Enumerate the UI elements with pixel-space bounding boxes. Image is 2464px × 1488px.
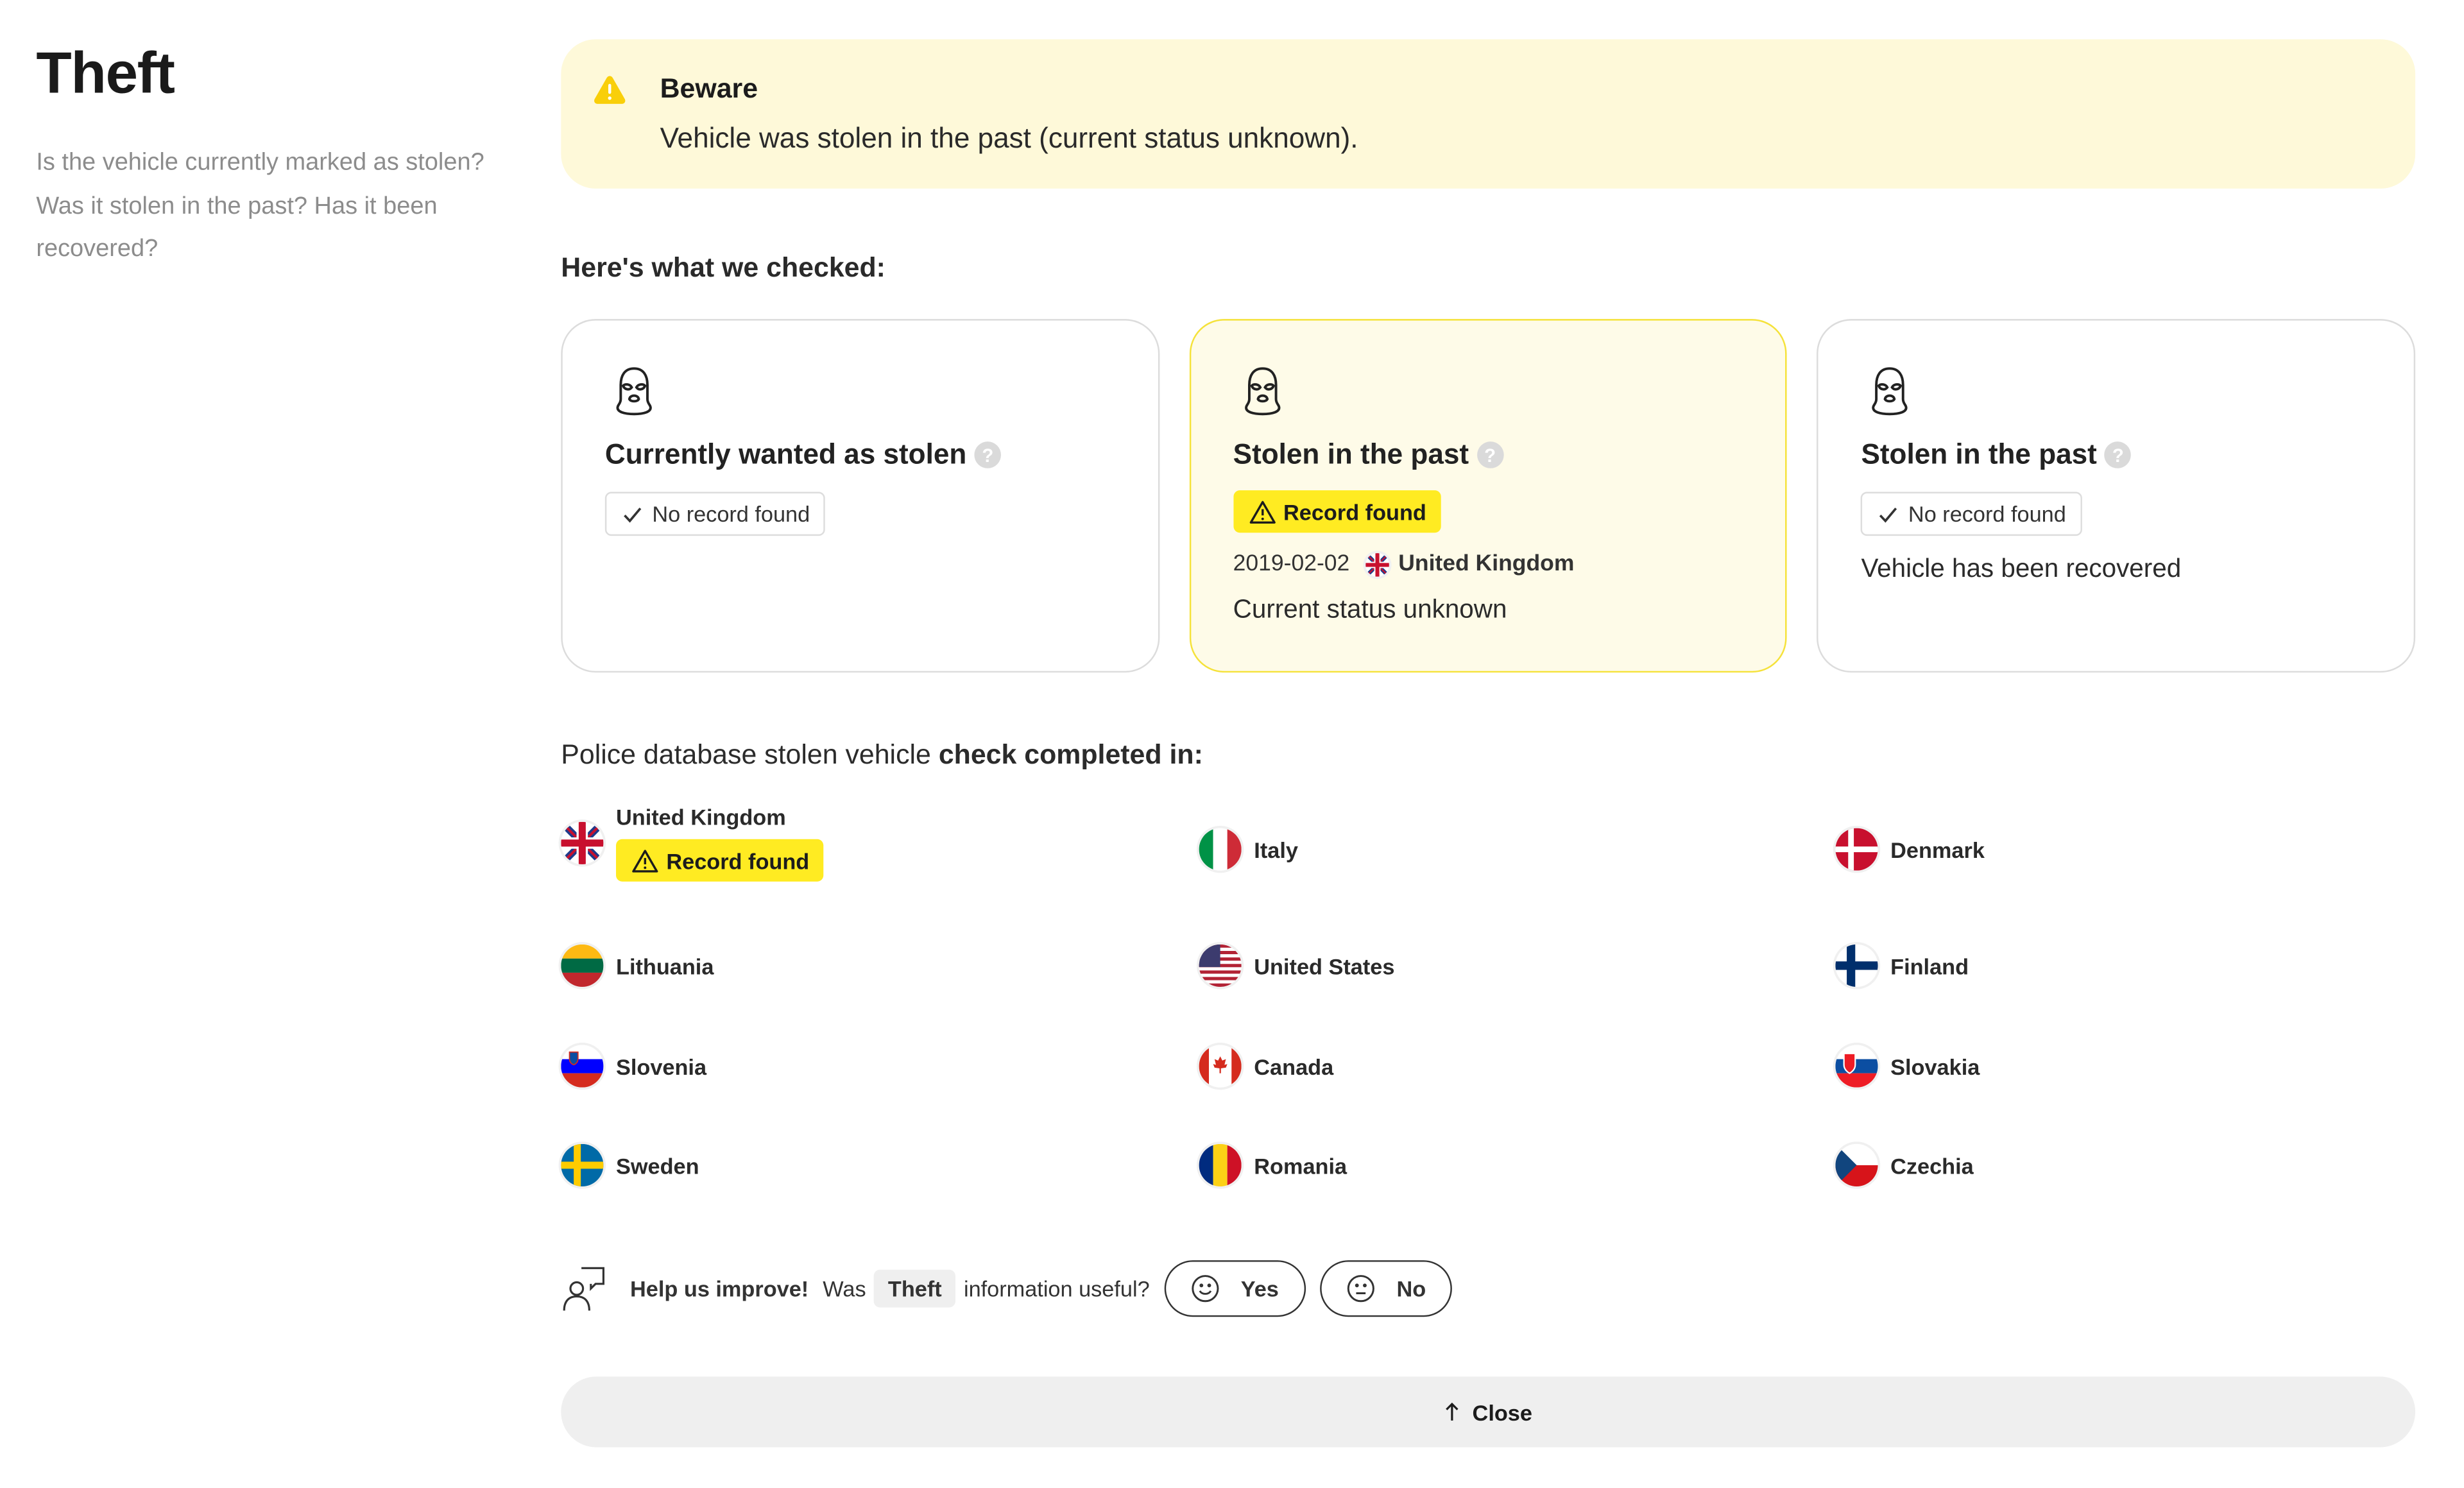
country-name: Slovenia xyxy=(616,1054,707,1079)
country-item-united-kingdom: United Kingdom Record found xyxy=(561,804,824,882)
close-label: Close xyxy=(1472,1399,1532,1425)
banner-title: Beware xyxy=(660,72,758,104)
card-title: Stolen in the past ? xyxy=(1861,438,2132,471)
country-name: Sweden xyxy=(616,1152,699,1178)
warning-outline-icon xyxy=(632,849,658,872)
neutral-face-icon xyxy=(1347,1275,1374,1303)
country-name: Finland xyxy=(1890,953,1969,979)
warning-triangle-icon xyxy=(594,76,626,104)
country-name: Canada xyxy=(1254,1054,1334,1079)
feedback-was: Was xyxy=(823,1276,866,1301)
recovered-note: Vehicle has been recovered xyxy=(1861,554,2182,583)
flag-sweden-icon xyxy=(561,1143,604,1186)
police-heading-prefix: Police database stolen vehicle xyxy=(561,739,931,771)
flag-uk-icon xyxy=(561,821,604,864)
status-badge-label: No record found xyxy=(1908,501,2066,527)
country-item-czechia: Czechia xyxy=(1835,1143,1974,1186)
card-title: Currently wanted as stolen ? xyxy=(604,438,1002,471)
feedback-bar: Help us improve! Was Theft information u… xyxy=(561,1259,1453,1319)
police-heading-bold: check completed in: xyxy=(938,739,1203,771)
flag-italy-icon xyxy=(1199,828,1242,871)
status-badge-record-found: Record found xyxy=(616,839,824,882)
theft-section: Theft Is the vehicle currently marked as… xyxy=(0,0,2464,1488)
status-badge-label: Record found xyxy=(1283,499,1426,524)
flag-usa-icon xyxy=(1199,944,1242,987)
country-name: United Kingdom xyxy=(616,804,786,830)
feedback-lead: Help us improve! xyxy=(630,1276,809,1301)
balaclava-mask-icon xyxy=(616,367,652,416)
card-title: Stolen in the past ? xyxy=(1233,438,1503,471)
country-item-slovenia: Slovenia xyxy=(561,1045,706,1088)
arrow-up-icon xyxy=(1446,1402,1459,1421)
flag-czechia-icon xyxy=(1835,1143,1878,1186)
country-name: Czechia xyxy=(1890,1152,1974,1178)
country-list: United Kingdom Record found Italy Denmar… xyxy=(561,800,2415,1209)
smile-icon xyxy=(1191,1275,1219,1303)
flag-uk-icon xyxy=(1365,552,1389,576)
warning-outline-icon xyxy=(1249,500,1276,523)
country-item-denmark: Denmark xyxy=(1835,828,1985,871)
help-question-icon[interactable]: ? xyxy=(2105,441,2132,468)
status-badge-label: Record found xyxy=(666,848,810,873)
section-title: Theft xyxy=(36,40,175,106)
record-meta: 2019-02-02 United Kingdom xyxy=(1233,552,1575,577)
checkmark-icon xyxy=(1879,506,1897,522)
status-badge-record-found: Record found xyxy=(1233,490,1441,533)
country-name: Italy xyxy=(1254,837,1298,862)
status-badge-label: No record found xyxy=(652,501,810,527)
section-intro: Theft Is the vehicle currently marked as… xyxy=(36,41,492,271)
country-item-italy: Italy xyxy=(1199,828,1298,871)
flag-slovenia-icon xyxy=(561,1045,604,1088)
flag-canada-icon xyxy=(1199,1045,1242,1088)
country-item-romania: Romania xyxy=(1199,1143,1348,1186)
country-name: Slovakia xyxy=(1890,1054,1980,1079)
check-cards: Currently wanted as stolen ? No record f… xyxy=(561,319,2416,673)
check-card-stolen-in-past-record: Stolen in the past ? Record found 2019-0… xyxy=(1189,319,1788,673)
police-check-heading: Police database stolen vehicle check com… xyxy=(561,739,2415,771)
yes-label: Yes xyxy=(1240,1276,1279,1301)
card-title-text: Stolen in the past xyxy=(1861,438,2097,470)
theft-results: Beware Vehicle was stolen in the past (c… xyxy=(561,39,2416,1209)
country-name: United States xyxy=(1254,953,1395,979)
no-label: No xyxy=(1396,1276,1426,1301)
feedback-question: information useful? xyxy=(963,1276,1150,1301)
country-item-sweden: Sweden xyxy=(561,1143,699,1186)
balaclava-mask-icon xyxy=(1244,367,1280,416)
country-name: Lithuania xyxy=(616,953,714,979)
checkmark-icon xyxy=(624,506,642,522)
flag-denmark-icon xyxy=(1835,828,1878,871)
country-item-united-states: United States xyxy=(1199,944,1395,987)
country-item-slovakia: Slovakia xyxy=(1835,1045,1980,1088)
card-title-text: Currently wanted as stolen xyxy=(604,438,967,470)
person-feedback-icon xyxy=(563,1267,605,1311)
card-title-text: Stolen in the past xyxy=(1233,438,1469,470)
record-country: United Kingdom xyxy=(1398,551,1575,577)
status-badge-no-record: No record found xyxy=(604,492,826,536)
banner-text: Vehicle was stolen in the past (current … xyxy=(660,123,1358,155)
feedback-topic-chip: Theft xyxy=(873,1269,956,1308)
country-item-canada: Canada xyxy=(1199,1045,1334,1088)
feedback-yes-button[interactable]: Yes xyxy=(1163,1260,1306,1317)
country-name: Denmark xyxy=(1890,837,1985,862)
record-date: 2019-02-02 xyxy=(1233,551,1350,577)
flag-lithuania-icon xyxy=(561,944,604,987)
check-card-currently-wanted: Currently wanted as stolen ? No record f… xyxy=(561,319,1159,673)
close-button[interactable]: Close xyxy=(561,1376,2416,1448)
status-badge-no-record: No record found xyxy=(1861,492,2082,536)
feedback-no-button[interactable]: No xyxy=(1319,1260,1453,1317)
checked-heading: Here's what we checked: xyxy=(561,251,886,283)
help-question-icon[interactable]: ? xyxy=(1476,441,1503,468)
flag-romania-icon xyxy=(1199,1143,1242,1186)
country-item-finland: Finland xyxy=(1835,944,1969,987)
country-name: Romania xyxy=(1254,1152,1348,1178)
beware-banner: Beware Vehicle was stolen in the past (c… xyxy=(561,39,2416,189)
flag-slovakia-icon xyxy=(1835,1045,1878,1088)
balaclava-mask-icon xyxy=(1872,367,1908,416)
help-question-icon[interactable]: ? xyxy=(974,441,1002,468)
country-item-lithuania: Lithuania xyxy=(561,944,714,987)
record-note: Current status unknown xyxy=(1233,595,1507,624)
check-card-stolen-in-past-recovered: Stolen in the past ? No record found Veh… xyxy=(1817,319,2416,673)
section-description: Is the vehicle currently marked as stole… xyxy=(36,149,484,262)
flag-finland-icon xyxy=(1835,944,1878,987)
